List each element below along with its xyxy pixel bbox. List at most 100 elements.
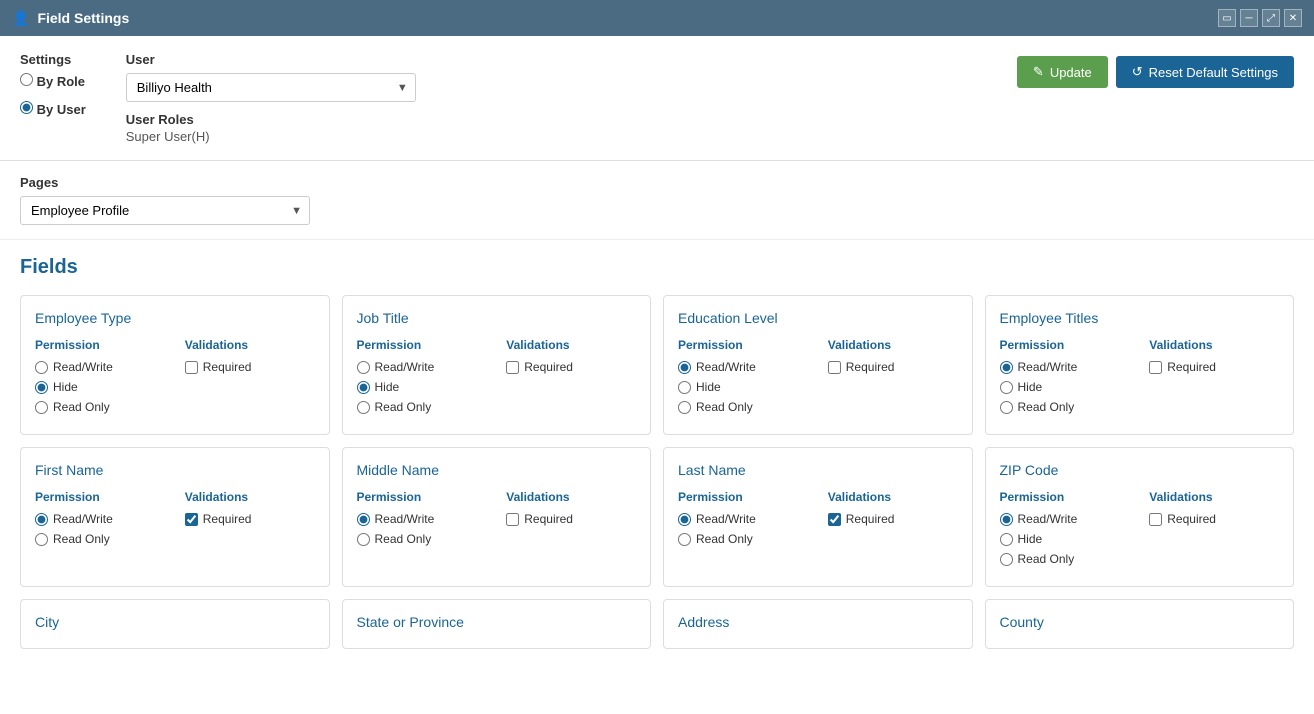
valid-col-education-level: Validations Required <box>828 338 958 420</box>
perm-header-first-name: Permission <box>35 490 165 504</box>
perm-rw-employee-titles[interactable]: Read/Write <box>1000 360 1130 374</box>
perm-valid-last-name: Permission Read/Write Read Only Validati… <box>678 490 958 552</box>
pages-label: Pages <box>20 175 1294 190</box>
field-card-middle-name: Middle Name Permission Read/Write Read O… <box>342 447 652 587</box>
top-left: Settings By Role By User User <box>20 52 416 144</box>
perm-col-employee-type: Permission Read/Write Hide Read Only <box>35 338 165 420</box>
perm-ro-middle-name[interactable]: Read Only <box>357 532 487 546</box>
card-title-middle-name: Middle Name <box>357 462 637 478</box>
required-last-name[interactable]: Required <box>828 512 958 526</box>
update-icon: ✎ <box>1033 64 1044 80</box>
perm-header-zip-code: Permission <box>1000 490 1130 504</box>
perm-valid-employee-titles: Permission Read/Write Hide Read Only Val… <box>1000 338 1280 420</box>
field-card-last-name: Last Name Permission Read/Write Read Onl… <box>663 447 973 587</box>
title-bar-title: Field Settings <box>37 10 129 26</box>
perm-header-employee-titles: Permission <box>1000 338 1130 352</box>
card-title-employee-titles: Employee Titles <box>1000 310 1280 326</box>
perm-header-middle-name: Permission <box>357 490 487 504</box>
settings-label: Settings <box>20 52 86 67</box>
card-title-job-title: Job Title <box>357 310 637 326</box>
by-user-label: By User <box>37 102 86 117</box>
maximize-button[interactable]: ⤢ <box>1262 9 1280 27</box>
by-user-option[interactable]: By User <box>20 101 86 117</box>
required-employee-type[interactable]: Required <box>185 360 315 374</box>
required-zip-code[interactable]: Required <box>1149 512 1279 526</box>
required-education-level[interactable]: Required <box>828 360 958 374</box>
user-select-wrap: Billiyo Health ▼ <box>126 73 416 102</box>
required-middle-name[interactable]: Required <box>506 512 636 526</box>
stub-address-title: Address <box>678 614 958 630</box>
perm-rw-middle-name[interactable]: Read/Write <box>357 512 487 526</box>
perm-ro-first-name[interactable]: Read Only <box>35 532 165 546</box>
settings-radio-group: By Role By User <box>20 73 86 123</box>
stub-state-title: State or Province <box>357 614 637 630</box>
valid-header-employee-titles: Validations <box>1149 338 1279 352</box>
perm-header-job-title: Permission <box>357 338 487 352</box>
perm-ro-zip-code[interactable]: Read Only <box>1000 552 1130 566</box>
update-button[interactable]: ✎ Update <box>1017 56 1108 88</box>
valid-col-employee-titles: Validations Required <box>1149 338 1279 420</box>
bottom-stubs: City State or Province Address County <box>20 599 1294 649</box>
perm-ro-job-title[interactable]: Read Only <box>357 400 487 414</box>
top-right-buttons: ✎ Update ↺ Reset Default Settings <box>1017 56 1294 88</box>
perm-valid-middle-name: Permission Read/Write Read Only Validati… <box>357 490 637 552</box>
perm-col-employee-titles: Permission Read/Write Hide Read Only <box>1000 338 1130 420</box>
by-role-radio[interactable] <box>20 73 33 86</box>
field-card-first-name: First Name Permission Read/Write Read On… <box>20 447 330 587</box>
by-user-radio[interactable] <box>20 101 33 114</box>
title-bar: 👤 Field Settings ▭ ─ ⤢ ✕ <box>0 0 1314 36</box>
required-employee-titles[interactable]: Required <box>1149 360 1279 374</box>
user-group: User Billiyo Health ▼ User Roles Super U… <box>126 52 416 144</box>
valid-col-zip-code: Validations Required <box>1149 490 1279 572</box>
settings-group: Settings By Role By User <box>20 52 86 144</box>
top-section: Settings By Role By User User <box>0 36 1314 161</box>
field-card-education-level: Education Level Permission Read/Write Hi… <box>663 295 973 435</box>
perm-rw-zip-code[interactable]: Read/Write <box>1000 512 1130 526</box>
perm-col-education-level: Permission Read/Write Hide Read Only <box>678 338 808 420</box>
minimize-button[interactable]: ─ <box>1240 9 1258 27</box>
perm-rw-job-title[interactable]: Read/Write <box>357 360 487 374</box>
fields-grid: Employee Type Permission Read/Write Hide… <box>20 295 1294 587</box>
by-role-option[interactable]: By Role <box>20 73 86 89</box>
reset-label: Reset Default Settings <box>1149 65 1278 80</box>
perm-header-employee-type: Permission <box>35 338 165 352</box>
valid-header-middle-name: Validations <box>506 490 636 504</box>
perm-hide-employee-type[interactable]: Hide <box>35 380 165 394</box>
perm-hide-job-title[interactable]: Hide <box>357 380 487 394</box>
restore-button[interactable]: ▭ <box>1218 9 1236 27</box>
valid-header-zip-code: Validations <box>1149 490 1279 504</box>
field-card-job-title: Job Title Permission Read/Write Hide Rea… <box>342 295 652 435</box>
perm-ro-education-level[interactable]: Read Only <box>678 400 808 414</box>
perm-ro-last-name[interactable]: Read Only <box>678 532 808 546</box>
user-select[interactable]: Billiyo Health <box>126 73 416 102</box>
perm-rw-education-level[interactable]: Read/Write <box>678 360 808 374</box>
perm-ro-employee-titles[interactable]: Read Only <box>1000 400 1130 414</box>
perm-header-last-name: Permission <box>678 490 808 504</box>
page-select-wrap: Employee Profile ▼ <box>20 196 310 225</box>
stub-state: State or Province <box>342 599 652 649</box>
valid-col-employee-type: Validations Required <box>185 338 315 420</box>
user-roles-label: User Roles <box>126 112 416 127</box>
perm-rw-first-name[interactable]: Read/Write <box>35 512 165 526</box>
perm-hide-employee-titles[interactable]: Hide <box>1000 380 1130 394</box>
stub-county: County <box>985 599 1295 649</box>
reset-button[interactable]: ↺ Reset Default Settings <box>1116 56 1294 88</box>
perm-rw-last-name[interactable]: Read/Write <box>678 512 808 526</box>
perm-valid-first-name: Permission Read/Write Read Only Validati… <box>35 490 315 552</box>
close-button[interactable]: ✕ <box>1284 9 1302 27</box>
perm-ro-employee-type[interactable]: Read Only <box>35 400 165 414</box>
required-first-name[interactable]: Required <box>185 512 315 526</box>
page-select[interactable]: Employee Profile <box>20 196 310 225</box>
perm-valid-zip-code: Permission Read/Write Hide Read Only Val… <box>1000 490 1280 572</box>
valid-col-last-name: Validations Required <box>828 490 958 552</box>
required-job-title[interactable]: Required <box>506 360 636 374</box>
user-roles-value: Super User(H) <box>126 129 416 144</box>
perm-rw-employee-type[interactable]: Read/Write <box>35 360 165 374</box>
perm-valid-employee-type: Permission Read/Write Hide Read Only Val… <box>35 338 315 420</box>
valid-header-education-level: Validations <box>828 338 958 352</box>
valid-header-job-title: Validations <box>506 338 636 352</box>
perm-hide-zip-code[interactable]: Hide <box>1000 532 1130 546</box>
perm-hide-education-level[interactable]: Hide <box>678 380 808 394</box>
stub-address: Address <box>663 599 973 649</box>
perm-col-job-title: Permission Read/Write Hide Read Only <box>357 338 487 420</box>
